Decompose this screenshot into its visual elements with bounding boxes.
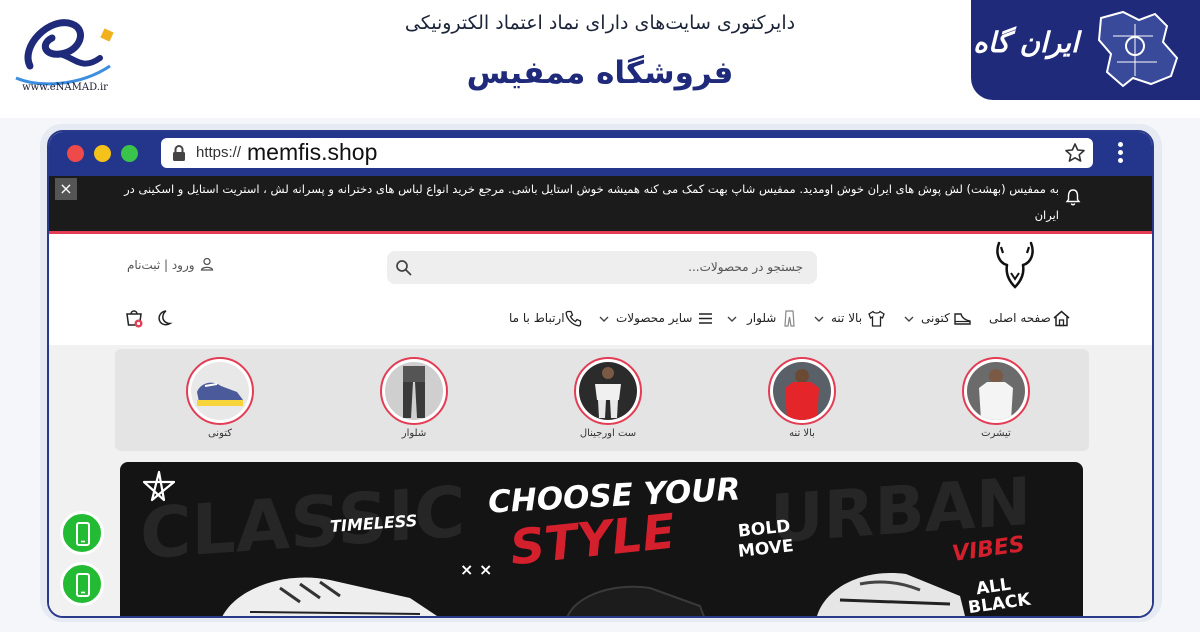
category-label: بالا تنه [789,428,815,439]
mobile-phone-icon [76,573,90,597]
directory-subtitle: دایرکتوری سایت‌های دارای نماد اعتماد الک… [404,12,796,34]
store-title: فروشگاه ممفیس [466,55,734,91]
address-bar[interactable]: https:// memfis.shop [161,138,1093,168]
search-placeholder: جستجو در محصولات... [688,260,803,274]
url-host: memfis.shop [247,139,378,165]
phone-icon [565,310,582,327]
irangah-logo-text: ایران گاه [973,26,1079,59]
pants-icon [784,310,795,327]
home-icon [1053,310,1070,327]
category-label: شلوار [401,428,427,439]
announcement-bar: × به ممفیس (بهشت) لش پوش های ایران خوش ا… [49,176,1152,234]
browser-toolbar: https:// memfis.shop [49,132,1152,176]
search-input[interactable]: جستجو در محصولات... [387,251,817,284]
shoe-icon [954,313,971,325]
hero-banner[interactable]: CLASSIC URBAN TIMELESS CHOOSE YOUR STYLE… [120,462,1083,616]
store-page: جستجو در محصولات... ورود | ثبت‌نام صفحه … [49,237,1152,616]
url-protocol: https:// [196,144,242,161]
mobile-phone-icon [76,522,90,546]
category-label: ست اورجینال [579,428,637,439]
nav-home[interactable]: صفحه اصلی [989,311,1051,325]
shoe-image-center [566,585,705,616]
login-register-link[interactable]: ورود | ثبت‌نام [127,258,195,272]
tshirt-photo [967,362,1025,420]
category-pants[interactable]: شلوار [369,357,459,439]
chevron-down-icon[interactable] [814,315,824,323]
nav-pants[interactable]: شلوار [747,311,776,325]
set-photo [579,362,637,420]
search-icon[interactable] [395,259,412,276]
user-icon[interactable] [200,257,214,271]
cart-icon[interactable] [123,307,145,329]
sneaker-image-left [222,577,437,616]
close-window-button[interactable] [67,145,84,162]
pants-photo [385,362,443,420]
banner-xx-mark: × × [460,560,493,579]
minimize-window-button[interactable] [94,145,111,162]
category-tops[interactable]: بالا تنه [757,357,847,439]
nav-tops[interactable]: بالا تنه [831,311,862,325]
tops-photo [773,362,831,420]
chevron-down-icon[interactable] [727,315,737,323]
category-tshirt[interactable]: تیشرت [951,357,1041,439]
category-sneakers[interactable]: کتونی [175,357,265,439]
star-doodle-icon [142,470,176,502]
category-original-set[interactable]: ست اورجینال [563,357,653,439]
irangah-logo[interactable]: ایران گاه [971,0,1200,100]
menu-lines-icon [699,313,712,324]
dark-mode-moon-icon[interactable] [153,308,173,328]
category-strip: تیشرت بالا تنه ست اورجینال شلوار کتونی [115,349,1089,451]
enamad-url[interactable]: www.eNAMAD.ir [10,82,120,93]
lock-icon [173,145,185,161]
nav-other-products[interactable]: سایر محصولات [616,311,692,325]
sneaker-image-right [817,573,965,616]
bell-icon [1065,189,1081,206]
announcement-text: به ممفیس (بهشت) لش پوش های ایران خوش اوم… [124,182,1059,222]
main-navigation: صفحه اصلی کتونی بالا تنه شلوار سایر محصو… [49,305,1152,335]
category-label: کتونی [207,428,233,439]
nav-sneakers[interactable]: کتونی [921,311,950,325]
chevron-down-icon[interactable] [904,315,914,323]
browser-menu-icon[interactable] [1117,142,1125,166]
directory-header: www.eNAMAD.ir دایرکتوری سایت‌های دارای ن… [0,0,1200,118]
maximize-window-button[interactable] [121,145,138,162]
banner-move: MOVE [737,536,795,562]
chevron-down-icon[interactable] [599,315,609,323]
bookmark-star-icon[interactable] [1064,142,1086,164]
browser-window: https:// memfis.shop × به ممفیس (بهشت) ل… [47,130,1154,618]
shirt-icon [868,310,885,327]
category-label: تیشرت [981,428,1011,439]
iran-map-icon [1097,10,1179,88]
store-logo[interactable] [993,239,1037,291]
call-button[interactable] [60,562,104,606]
close-icon[interactable]: × [55,178,77,200]
nav-contact[interactable]: ارتباط با ما [509,311,565,325]
call-button[interactable] [60,511,104,555]
sneakers-photo [191,362,249,420]
